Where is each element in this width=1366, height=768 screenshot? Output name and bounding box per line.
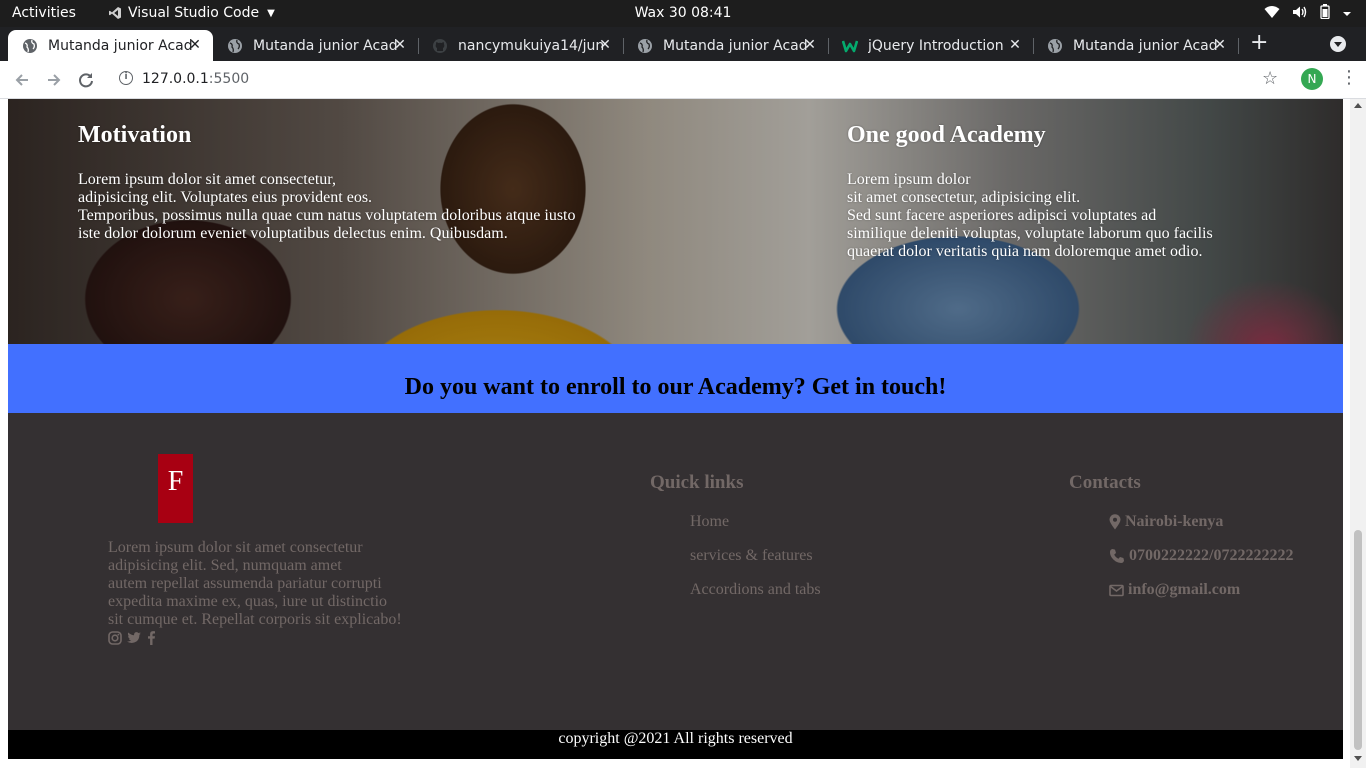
footer-about-text: Lorem ipsum dolor sit amet consectetur a… <box>108 539 402 628</box>
motivation-column: Motivation Lorem ipsum dolor sit amet co… <box>78 121 575 243</box>
browser-menu-icon[interactable]: ⋮ <box>1340 67 1358 89</box>
w3schools-icon <box>841 38 859 54</box>
browser-toolbar: i 127.0.0.1:5500 <box>0 61 1366 99</box>
motivation-heading: Motivation <box>78 122 192 148</box>
academy-heading: One good Academy <box>847 122 1046 148</box>
scrollbar-thumb[interactable] <box>1354 530 1362 750</box>
app-name: Visual Studio Code <box>128 5 260 21</box>
browser-tab[interactable]: jQuery Introduction ✕ <box>828 30 1034 61</box>
page-viewport: Motivation Lorem ipsum dolor sit amet co… <box>0 99 1366 768</box>
wifi-icon <box>1264 5 1280 23</box>
envelope-icon <box>1109 584 1124 597</box>
forward-button[interactable] <box>43 69 65 91</box>
quick-links-heading: Quick links <box>650 472 744 493</box>
phone-icon <box>1109 548 1125 564</box>
volume-icon <box>1292 5 1308 23</box>
page-footer: F Lorem ipsum dolor sit amet consectetur… <box>8 413 1343 730</box>
scroll-down-arrow-icon[interactable] <box>1354 756 1362 761</box>
activities-button[interactable]: Activities <box>12 5 76 21</box>
tab-title: Mutanda junior Acad <box>48 37 193 54</box>
motivation-text: Lorem ipsum dolor sit amet consectetur, … <box>78 171 576 242</box>
social-links <box>108 630 156 645</box>
page-scrollbar[interactable] <box>1350 99 1366 768</box>
tab-separator <box>1238 38 1239 54</box>
close-icon[interactable]: ✕ <box>1007 37 1023 53</box>
contact-phone: 0700222222/0722222222 <box>1109 547 1293 565</box>
contact-phone-text: 0700222222/0722222222 <box>1129 547 1294 564</box>
contacts-heading: Contacts <box>1069 472 1141 493</box>
contact-location: Nairobi-kenya <box>1109 513 1293 531</box>
new-tab-button[interactable]: + <box>1250 30 1268 55</box>
browser-tab-strip: Mutanda junior Acad ✕ Mutanda junior Aca… <box>0 27 1366 61</box>
academy-column: One good Academy Lorem ipsum dolor sit a… <box>847 121 1213 261</box>
close-icon[interactable]: ✕ <box>187 37 203 53</box>
map-marker-icon <box>1109 514 1121 530</box>
twitter-icon[interactable] <box>126 631 142 645</box>
quick-link-services[interactable]: services & features <box>690 547 821 565</box>
academy-text: Lorem ipsum dolor sit amet consectetur, … <box>847 171 1213 260</box>
close-icon[interactable]: ✕ <box>597 37 613 53</box>
github-icon <box>432 38 448 54</box>
close-icon[interactable]: ✕ <box>392 37 408 53</box>
profile-avatar[interactable]: N <box>1301 68 1323 90</box>
arrow-left-icon <box>15 74 28 86</box>
browser-tab[interactable]: Mutanda junior Acad ✕ <box>8 30 213 61</box>
system-tray[interactable] <box>1264 4 1352 23</box>
contacts: Contacts Nairobi-kenya 0700222222/072222… <box>1069 472 1293 615</box>
tab-search-button[interactable] <box>1330 36 1346 52</box>
cta-heading: Do you want to enroll to our Academy? Ge… <box>404 374 947 400</box>
instagram-icon[interactable] <box>108 630 122 645</box>
browser-tab[interactable]: Mutanda junior Acad ✕ <box>1033 30 1239 61</box>
globe-icon <box>22 38 38 54</box>
bookmark-star-icon[interactable]: ☆ <box>1262 68 1278 89</box>
footer-logo: F <box>158 454 193 523</box>
reload-button[interactable] <box>75 69 97 91</box>
tab-title: Mutanda junior Acad <box>253 37 398 54</box>
cta-banner: Do you want to enroll to our Academy? Ge… <box>8 344 1343 413</box>
chevron-down-icon <box>1342 6 1352 22</box>
chevron-down-icon: ▼ <box>267 7 275 19</box>
quick-links: Quick links Home services & features Acc… <box>650 472 821 615</box>
globe-icon <box>227 38 243 54</box>
close-icon[interactable]: ✕ <box>1212 37 1228 53</box>
hero-section: Motivation Lorem ipsum dolor sit amet co… <box>8 99 1343 344</box>
tab-title: Mutanda junior Acad <box>663 37 808 54</box>
browser-tab[interactable]: Mutanda junior Acad ✕ <box>623 30 829 61</box>
scroll-up-arrow-icon[interactable] <box>1354 103 1362 108</box>
contact-email-text[interactable]: info@gmail.com <box>1128 581 1240 599</box>
back-button[interactable] <box>11 69 33 91</box>
quick-link-home[interactable]: Home <box>690 513 821 531</box>
info-icon[interactable]: i <box>119 71 133 85</box>
app-menu[interactable]: Visual Studio Code ▼ <box>108 5 275 21</box>
browser-tab[interactable]: Mutanda junior Acad ✕ <box>213 30 419 61</box>
browser-tab[interactable]: nancymukuiya14/jun ✕ <box>418 30 624 61</box>
arrow-right-icon <box>48 74 61 86</box>
tab-title: jQuery Introduction <box>868 37 1004 54</box>
system-top-bar: Activities Visual Studio Code ▼ Wax 30 0… <box>0 0 1366 27</box>
close-icon[interactable]: ✕ <box>802 37 818 53</box>
globe-icon <box>1047 38 1063 54</box>
tab-title: nancymukuiya14/jun <box>458 37 605 54</box>
tab-title: Mutanda junior Acad <box>1073 37 1218 54</box>
quick-link-accordions[interactable]: Accordions and tabs <box>690 581 821 599</box>
facebook-icon[interactable] <box>146 630 156 645</box>
globe-icon <box>637 38 653 54</box>
vscode-icon <box>108 6 122 20</box>
copyright-bar: copyright @2021 All rights reserved <box>8 730 1343 759</box>
contact-email: info@gmail.com <box>1109 581 1293 599</box>
reload-icon <box>79 73 93 88</box>
address-bar[interactable]: i 127.0.0.1:5500 <box>108 65 1292 94</box>
url-text: 127.0.0.1:5500 <box>142 71 250 87</box>
battery-icon <box>1320 4 1330 23</box>
contact-location-text: Nairobi-kenya <box>1125 513 1224 530</box>
